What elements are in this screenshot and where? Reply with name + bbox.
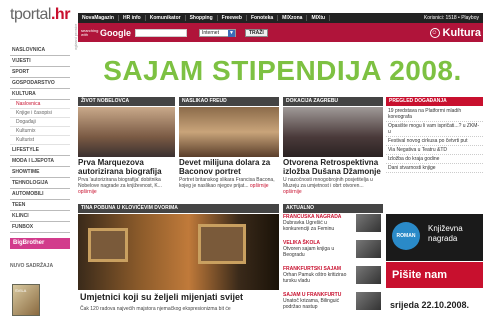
article-head-zagreb: DOKACIJA ZAGREBU	[283, 97, 383, 106]
nav-item-freeweb[interactable]: Freeweb	[218, 15, 247, 21]
event-item[interactable]: Izložba do kraja godine	[386, 155, 483, 164]
aktualno-item[interactable]: FRANKFURTSKI SAJAM Orhan Pamuk oštro krit…	[283, 266, 383, 288]
aktualno-item[interactable]: SAJAM U FRANKFURTU Unatoč krizama, Biling…	[283, 292, 383, 314]
article-head-nobel: ŽIVOT NOBELOVCA	[78, 97, 175, 106]
article-body-bacon: Portret britanskog slikara Francisa Baco…	[179, 177, 275, 189]
current-date: srijeda 22.10.2008.	[390, 300, 470, 310]
nav-item-mixzona[interactable]: MIXzona	[278, 15, 308, 21]
more-link[interactable]: opširnije	[250, 183, 269, 189]
sidebar-item-showtime[interactable]: SHOWTIME	[10, 167, 70, 178]
aktualno-item[interactable]: FRANCUSKA NAGRADA Dubravka Ugrešić u konk…	[283, 214, 383, 236]
painting-frame	[198, 224, 246, 264]
event-item[interactable]: Dani stvarnosti knjige	[386, 164, 483, 173]
user-info: Korisnici: 1518 • Playboy	[423, 15, 479, 21]
article-title-bacon[interactable]: Devet milijuna dolara za Baconov portret	[179, 158, 279, 176]
aktualno-item[interactable]: VELIKA ŠKOLA Otvoren sajam knjiga u Beogr…	[283, 240, 383, 262]
sidebar-item-kulturist[interactable]: Kulturist	[10, 136, 70, 145]
site-logo[interactable]: tportal.hr	[10, 6, 70, 24]
gallery-photo[interactable]	[78, 214, 279, 290]
article-body-dzamonja: U nazočnosti mnogobrojnih posjetitelja u…	[283, 177, 373, 195]
event-item[interactable]: Via Negativa u Teatru &TD	[386, 146, 483, 155]
book-cover-image[interactable]: SVILA	[12, 284, 40, 316]
theater-mask-icon: ☺	[429, 27, 440, 38]
nav-item-novamagazin[interactable]: NovaMagazin	[78, 15, 119, 21]
article-body-marquez: Prva 'autorizirana biografija' dobitnika…	[78, 177, 162, 195]
roman-logo: ROMAN	[392, 222, 420, 250]
write-to-us-button[interactable]: Pišite nam	[386, 262, 483, 288]
sidebar-item-gospodarstvo[interactable]: GOSPODARSTVO	[10, 78, 70, 89]
more-link[interactable]: opširnije	[283, 189, 302, 195]
event-item[interactable]: Festival novog cirkusa po četvrti put	[386, 137, 483, 146]
events-head: PREGLED DOGAĐANJA	[386, 97, 483, 106]
sidebar-item-vijesti[interactable]: VIJESTI	[10, 56, 70, 67]
thumbnail-image	[356, 292, 381, 310]
more-link[interactable]: opširnije	[78, 189, 97, 195]
search-button[interactable]: TRAŽI	[245, 28, 268, 37]
sidebar-item-funbox[interactable]: FUNBOX	[10, 222, 70, 233]
nav-item-shopping[interactable]: Shopping	[186, 15, 218, 21]
article-title-marquez[interactable]: Prva Marquezova autorizirana biografija	[78, 158, 175, 176]
section-title: ☺ Kultura	[429, 26, 481, 39]
sidebar-item-doga-aji[interactable]: Događaji	[10, 118, 70, 127]
google-logo: Google	[100, 27, 131, 38]
ad-label: oglasni prostor	[73, 23, 78, 50]
sidebar-item-tehnologija[interactable]: TEHNOLOGIJA	[10, 178, 70, 189]
article-title-dzamonja[interactable]: Otvorena Retrospektivna izložba Dušana D…	[283, 158, 383, 176]
search-input[interactable]	[135, 28, 187, 37]
sidebar-item-naslovnica[interactable]: Naslovnica	[10, 100, 70, 109]
search-bar: searching with Google Internet ▼ TRAŽI ☺ K…	[78, 23, 483, 42]
sajam-banner[interactable]: SAJAM STIPENDIJA 2008.	[82, 52, 483, 90]
exhibition-photo[interactable]	[283, 107, 383, 157]
event-item[interactable]: Opasište mogu li vam ispričati...? u ZKM…	[386, 122, 483, 137]
thumbnail-image	[356, 214, 381, 232]
sidebar-item-knjige-i-asopisi[interactable]: Knjige i časopisi	[10, 109, 70, 118]
search-scope-select[interactable]: Internet ▼	[199, 28, 236, 37]
sidebar-item-automobili[interactable]: AUTOMOBILI	[10, 189, 70, 200]
sidebar-item-naslovnica[interactable]: NASLOVNICA	[10, 45, 70, 56]
top-nav: NovaMagazin HR info Komunikator Shopping…	[78, 13, 483, 23]
events-list: 19 predstava na Platformi mladih koreogr…	[386, 107, 483, 173]
nav-item-hrinfo[interactable]: HR info	[119, 15, 146, 21]
sidebar-item-kultura[interactable]: KULTURA	[10, 89, 70, 100]
sidebar-item-kulturnix[interactable]: Kulturnix	[10, 127, 70, 136]
thumbnail-image	[356, 266, 381, 284]
nav-item-fonoteka[interactable]: Fonoteka	[247, 15, 279, 21]
event-item[interactable]: 19 predstava na Platformi mladih koreogr…	[386, 107, 483, 122]
big-brother-banner[interactable]: BigBrother	[10, 238, 70, 249]
feature-head: TINA POBUNA U KLOVIĆEVIM DVORIMA	[78, 204, 279, 213]
nav-item-komunikator[interactable]: Komunikator	[146, 15, 186, 21]
sidebar-item-klinci[interactable]: KLINCI	[10, 211, 70, 222]
sidebar-item-lifestyle[interactable]: LIFESTYLE	[10, 145, 70, 156]
roman-ad-text: Književna nagrada	[428, 224, 463, 243]
chevron-down-icon: ▼	[228, 29, 235, 37]
roman-ad[interactable]: ROMAN Književna nagrada	[386, 214, 483, 261]
painting-frame	[88, 228, 128, 262]
article-head-freud: NASLIKAO FREUD	[179, 97, 279, 106]
feature-title[interactable]: Umjetnici koji su željeli mijenjati svij…	[80, 293, 279, 302]
nuvo-heading: NUVO SADRŽAJA	[10, 263, 54, 269]
marquez-photo[interactable]	[78, 107, 175, 157]
bacon-portrait-photo[interactable]	[179, 107, 279, 157]
sidebar: NASLOVNICA VIJESTI SPORT GOSPODARSTVO KULTUR…	[10, 45, 70, 233]
feature-body: Čak 120 radova najvećih majstora njemačk…	[80, 306, 231, 312]
sidebar-item-sport[interactable]: SPORT	[10, 67, 70, 78]
search-label: searching with	[81, 27, 99, 37]
aktualno-head: AKTUALNO	[283, 204, 383, 213]
thumbnail-image	[356, 240, 381, 258]
sidebar-item-teen[interactable]: TEEN	[10, 200, 70, 211]
nav-item-mixtu[interactable]: MIXtu	[307, 15, 331, 21]
sidebar-item-moda-i-ljepota[interactable]: MODA I LJEPOTA	[10, 156, 70, 167]
